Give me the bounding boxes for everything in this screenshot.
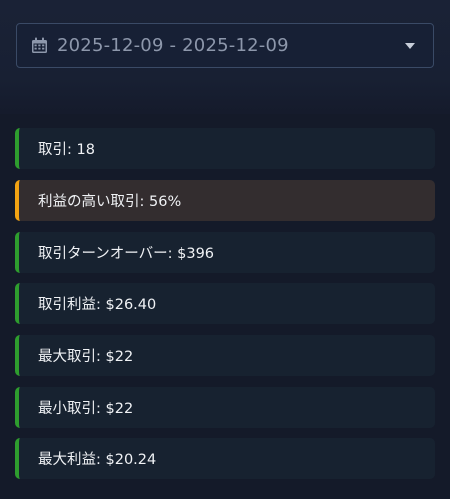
stat-trades-text: 取引: 18 [38, 142, 95, 158]
chevron-down-icon[interactable] [405, 42, 415, 49]
stat-turnover: 取引ターンオーバー: $396 [15, 232, 435, 273]
header: 2025-12-09 - 2025-12-09 [0, 0, 450, 112]
stat-profitable-trades-text: 利益の高い取引: 56% [38, 194, 182, 210]
stat-max-profit: 最大利益: $20.24 [15, 438, 435, 479]
stat-max-trade: 最大取引: $22 [15, 335, 435, 376]
date-range-value: 2025-12-09 - 2025-12-09 [57, 35, 289, 56]
stat-trades: 取引: 18 [15, 128, 435, 169]
stat-profitable-trades: 利益の高い取引: 56% [15, 180, 435, 221]
date-range-picker[interactable]: 2025-12-09 - 2025-12-09 [16, 23, 434, 68]
stat-min-trade-text: 最小取引: $22 [38, 401, 134, 417]
calendar-icon [31, 37, 48, 54]
stat-max-profit-text: 最大利益: $20.24 [38, 452, 157, 468]
stat-turnover-text: 取引ターンオーバー: $396 [38, 246, 215, 262]
stat-profit: 取引利益: $26.40 [15, 283, 435, 324]
stat-profit-text: 取引利益: $26.40 [38, 297, 157, 313]
stat-max-trade-text: 最大取引: $22 [38, 349, 134, 365]
stats-list: 取引: 18 利益の高い取引: 56% 取引ターンオーバー: $396 取引利益… [0, 114, 450, 499]
stat-min-trade: 最小取引: $22 [15, 387, 435, 428]
